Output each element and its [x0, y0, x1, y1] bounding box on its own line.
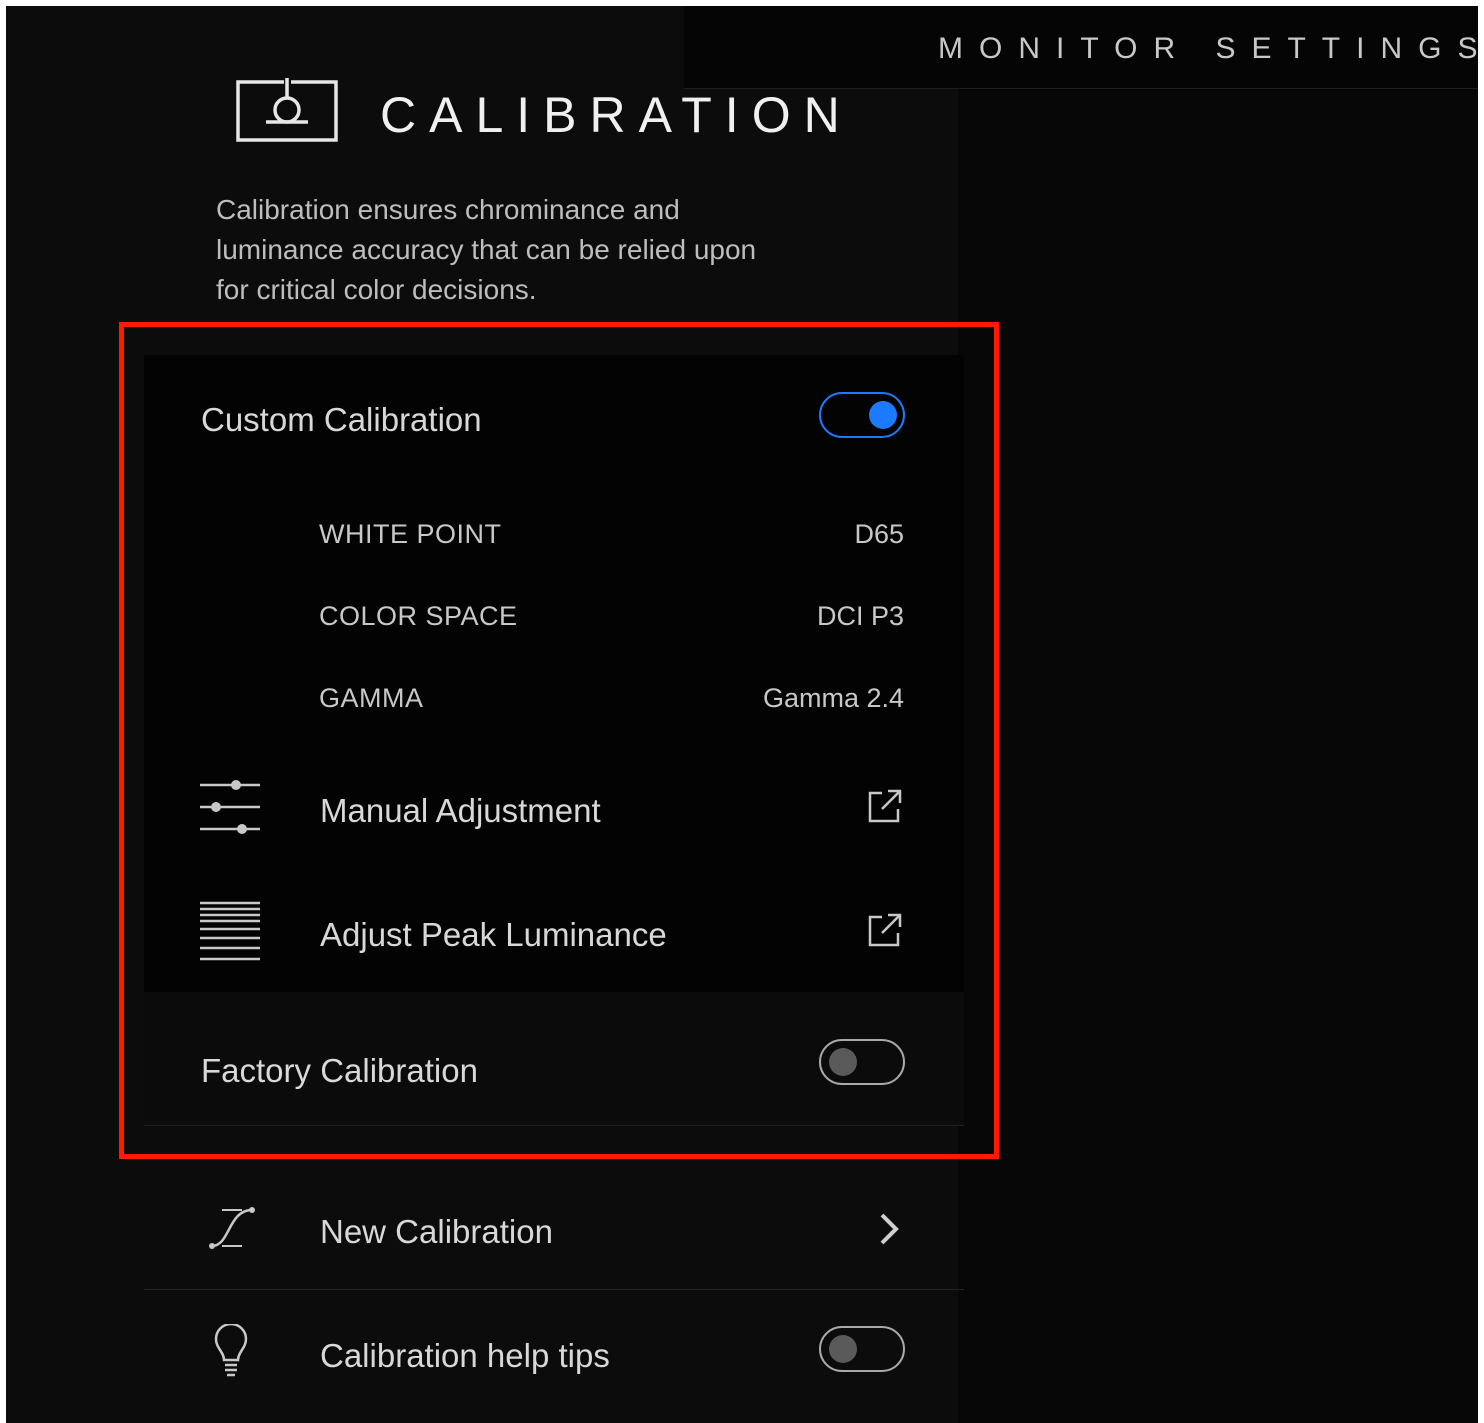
description-line: luminance accuracy that can be relied up… [216, 234, 757, 265]
curve-icon [209, 1207, 255, 1249]
chevron-right-icon[interactable] [876, 1211, 902, 1247]
new-calibration-label: New Calibration [320, 1213, 553, 1250]
right-panel [958, 6, 1478, 1423]
lightbulb-icon [214, 1324, 248, 1377]
description-line: Calibration ensures chrominance and [216, 194, 680, 225]
calibration-app: MONITOR SETTINGS CALIBRATION Calibration… [6, 6, 1478, 1423]
calibration-icon [236, 78, 338, 142]
description-line: for critical color decisions. [216, 274, 537, 305]
highlight-box [119, 322, 999, 1159]
divider [144, 1289, 964, 1290]
page-title: CALIBRATION [380, 87, 853, 143]
section-title: MONITOR SETTINGS [938, 32, 1478, 65]
page-description: Calibration ensures chrominance and lumi… [216, 190, 856, 310]
help-tips-label: Calibration help tips [320, 1337, 610, 1374]
help-tips-toggle[interactable] [819, 1326, 905, 1372]
toggle-knob [829, 1335, 857, 1363]
